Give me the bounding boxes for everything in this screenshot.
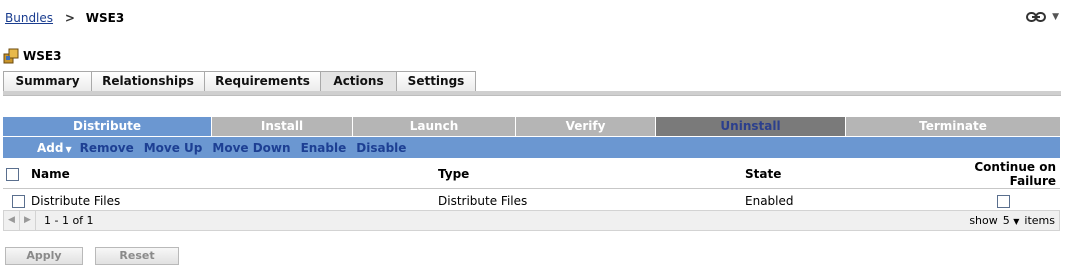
tab-terminate[interactable]: Terminate [846,117,1060,136]
pagination-range: 1 - 1 of 1 [44,214,94,227]
apply-button[interactable]: Apply [5,247,83,265]
disable-button[interactable]: Disable [356,141,406,155]
next-page-icon[interactable]: ▶ [20,211,36,230]
column-header-continue-on-failure[interactable]: Continue on Failure [935,160,1060,189]
select-all-checkbox[interactable] [6,168,19,181]
tab-launch[interactable]: Launch [353,117,516,136]
breadcrumb-current: WSE3 [85,11,125,25]
breadcrumb: Bundles > WSE3 [5,10,124,26]
move-down-button[interactable]: Move Down [212,141,290,155]
select-all-cell [3,160,31,189]
tab-distribute[interactable]: Distribute [3,117,212,136]
row-checkbox[interactable] [12,195,25,208]
move-up-button[interactable]: Move Up [144,141,203,155]
tab-uninstall[interactable]: Uninstall [656,117,846,136]
tab-summary[interactable]: Summary [3,71,91,92]
reset-button[interactable]: Reset [95,247,179,265]
remove-button[interactable]: Remove [80,141,134,155]
show-label: show [969,214,998,227]
tab-actions[interactable]: Actions [320,71,396,92]
top-right-tools[interactable]: ▼ [1026,11,1059,23]
main-tabs: Summary Relationships Requirements Actio… [3,71,476,92]
add-menu-button[interactable]: Add ▼ [37,141,72,155]
action-phase-tabs: Distribute Install Launch Verify Uninsta… [3,117,1060,136]
tab-settings[interactable]: Settings [396,71,476,92]
action-toolbar: Add ▼ Remove Move Up Move Down Enable Dis… [3,137,1060,158]
chevron-down-icon: ▼ [65,144,72,154]
link-chain-icon[interactable] [1026,11,1047,23]
page-size-control: show 5 ▼ items [969,214,1055,227]
actions-table: Name Type State Continue on Failure Dist… [3,160,1060,214]
tab-verify[interactable]: Verify [516,117,656,136]
bundle-header: WSE3 [3,48,61,64]
page-title: WSE3 [23,49,62,63]
column-header-state[interactable]: State [745,160,935,189]
table-header-row: Name Type State Continue on Failure [3,160,1060,189]
chevron-down-icon[interactable]: ▼ [1052,12,1059,22]
tab-requirements[interactable]: Requirements [204,71,320,92]
items-label: items [1024,214,1055,227]
page-size-value: 5 [1002,214,1010,227]
tab-relationships[interactable]: Relationships [91,71,204,92]
tab-divider [3,91,1061,96]
pagination-bar: ◀ ▶ 1 - 1 of 1 show 5 ▼ items [3,210,1060,231]
add-label: Add [37,140,64,155]
page-size-select[interactable]: 5 ▼ [1003,214,1020,227]
previous-page-icon[interactable]: ◀ [4,211,20,230]
enable-button[interactable]: Enable [301,141,347,155]
bundle-box-icon [3,48,19,64]
column-header-name[interactable]: Name [31,160,438,189]
breadcrumb-bundles-link[interactable]: Bundles [5,11,53,25]
chevron-down-icon: ▼ [1013,217,1020,226]
column-header-type[interactable]: Type [438,160,745,189]
continue-on-failure-checkbox[interactable] [997,195,1010,208]
breadcrumb-separator: > [64,11,75,25]
tab-install[interactable]: Install [212,117,353,136]
